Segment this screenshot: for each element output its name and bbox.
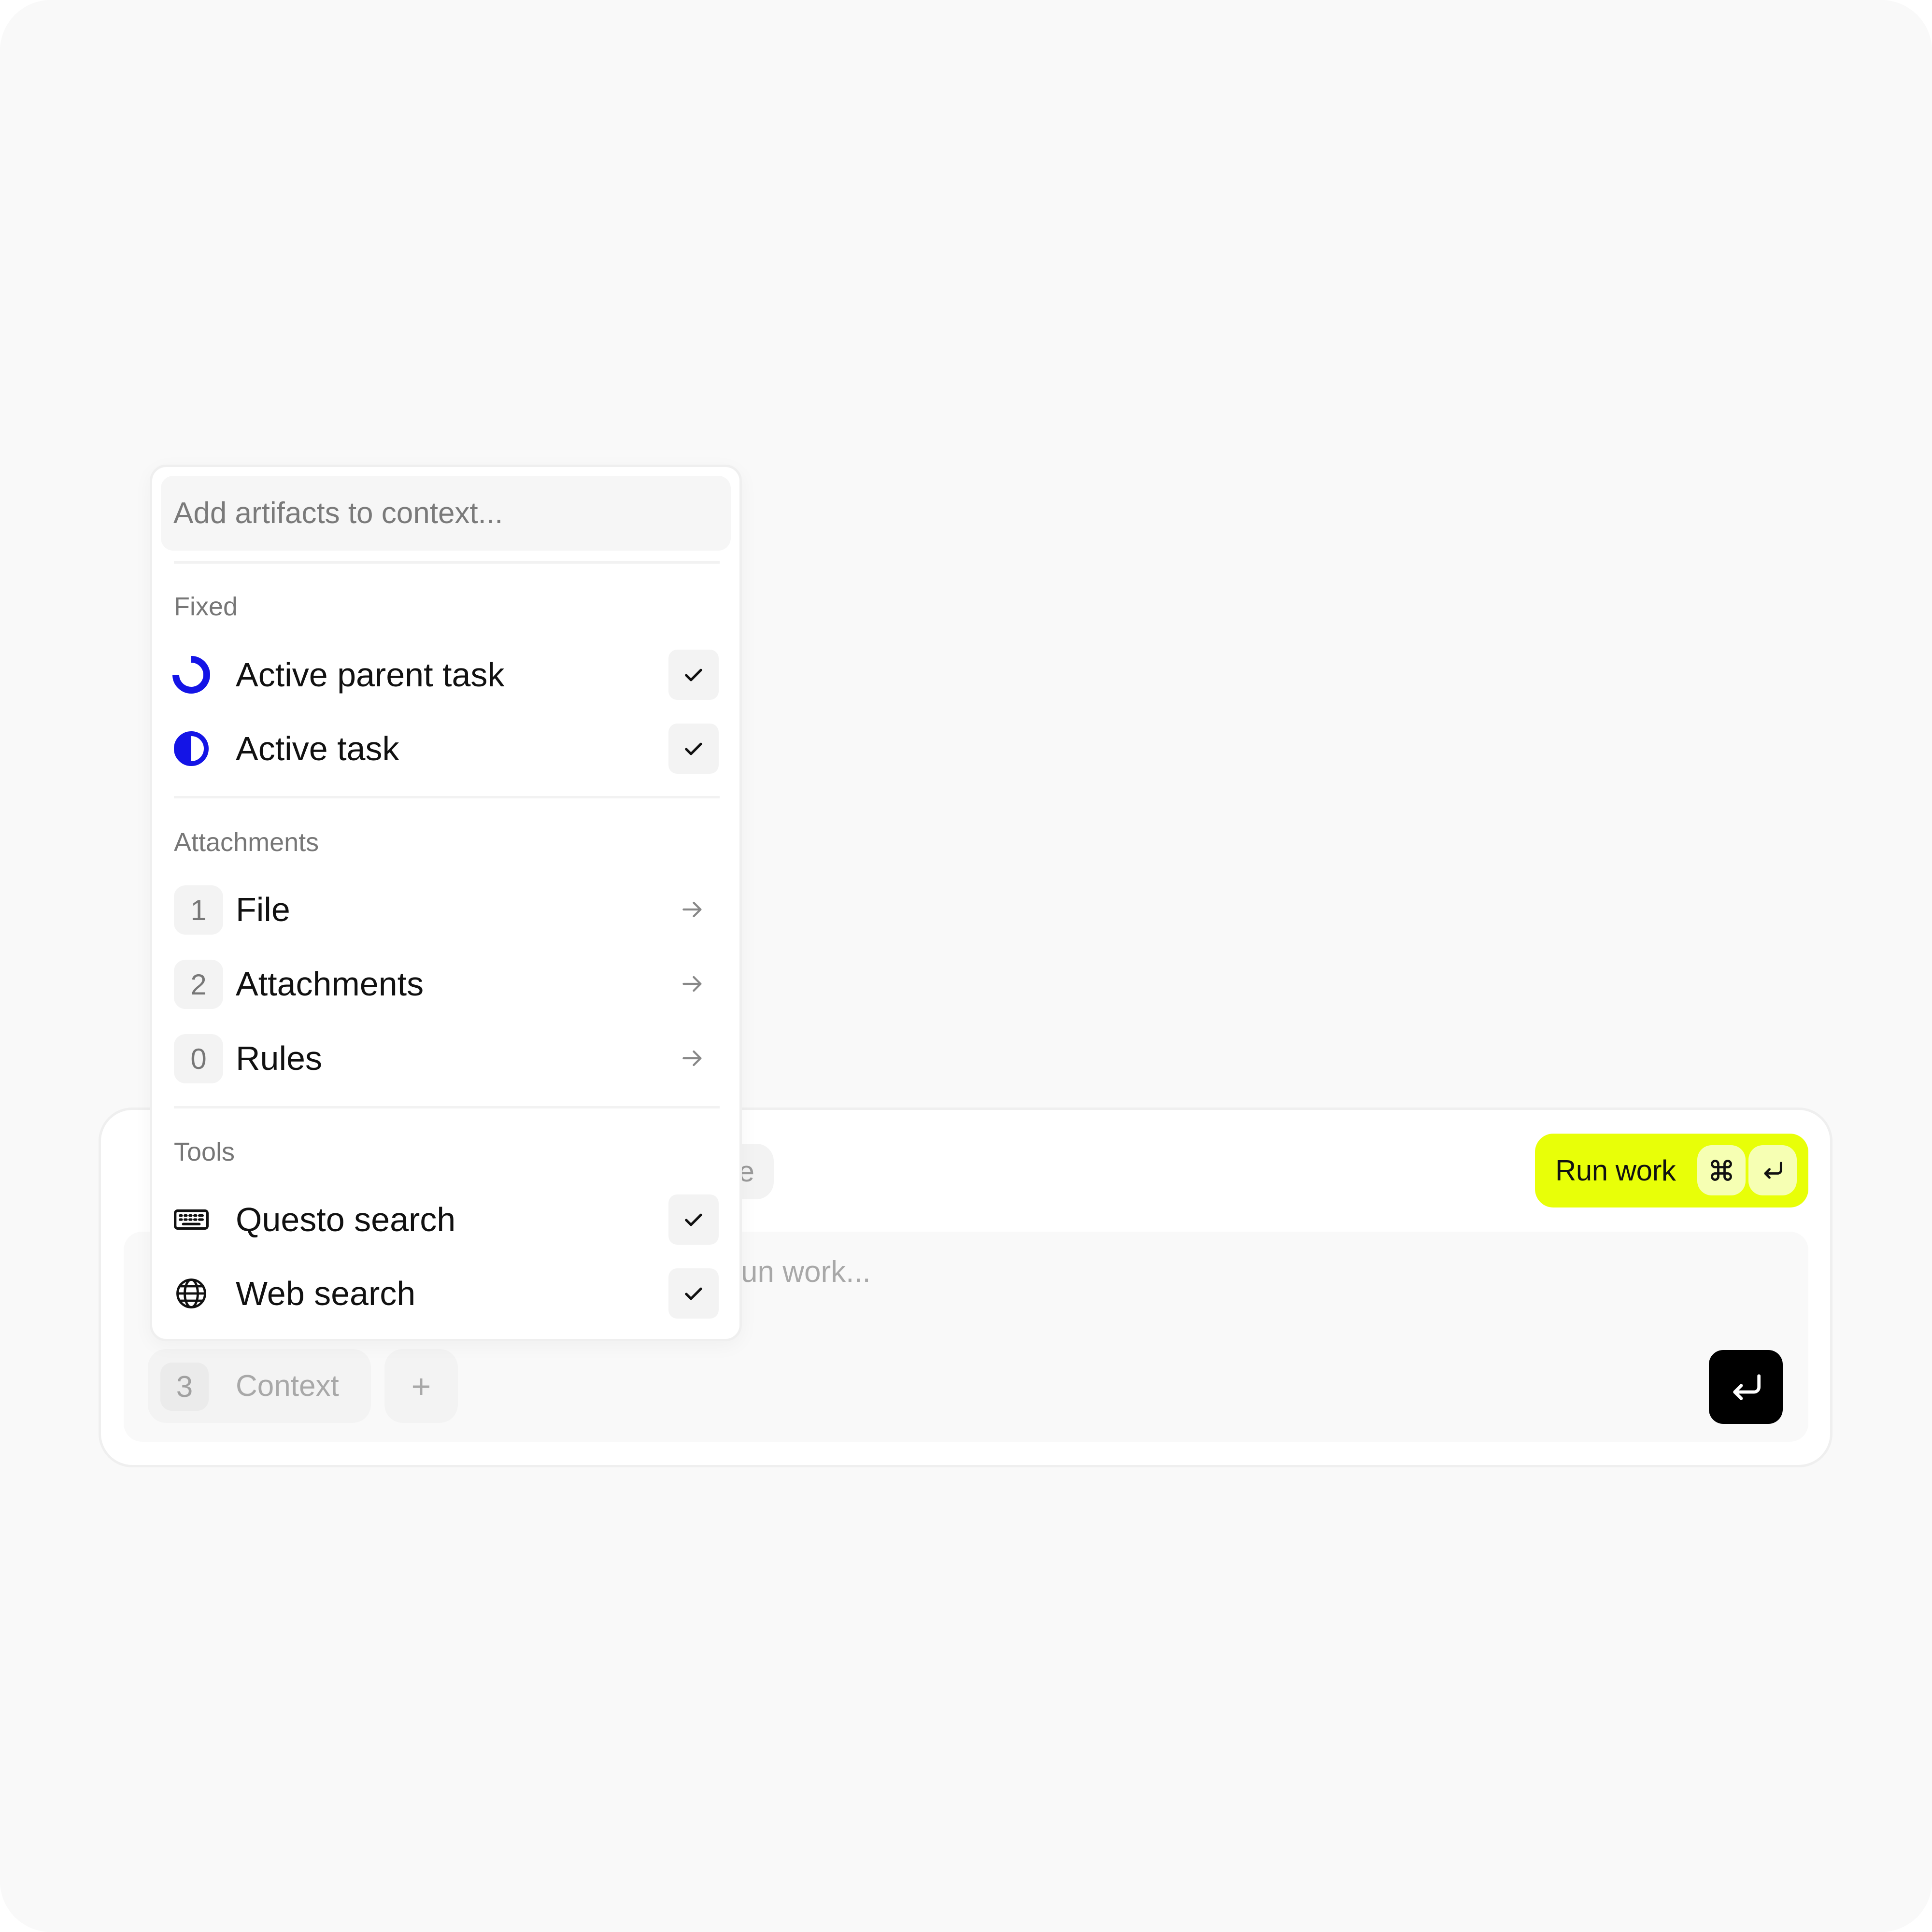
check-icon: [685, 742, 702, 755]
plus-icon: +: [411, 1367, 431, 1405]
context-label: Context: [236, 1369, 339, 1403]
row-label: File: [236, 891, 290, 928]
divider: [174, 1106, 720, 1108]
globe-icon: [171, 1273, 212, 1314]
half-circle-icon: [171, 728, 212, 769]
divider: [174, 796, 720, 798]
context-count-badge: 3: [160, 1363, 209, 1411]
row-label: Active parent task: [236, 656, 505, 694]
fixed-item-active-task[interactable]: Active task: [164, 720, 724, 778]
prompt-placeholder: un work...: [741, 1255, 871, 1289]
attachment-item-rules[interactable]: 0 Rules: [164, 1029, 724, 1087]
count-badge: 2: [174, 960, 223, 1009]
checkbox-checked[interactable]: [668, 1268, 719, 1319]
progress-ring-icon: [171, 654, 212, 695]
send-button[interactable]: [1709, 1350, 1783, 1424]
checkbox-checked[interactable]: [668, 650, 719, 700]
section-label-fixed: Fixed: [174, 592, 238, 621]
row-label: Rules: [236, 1039, 322, 1077]
check-icon: [685, 1287, 702, 1300]
run-work-button[interactable]: Run work: [1535, 1134, 1808, 1208]
context-button[interactable]: 3 Context: [148, 1349, 371, 1423]
check-icon: [685, 1213, 702, 1226]
tool-item-web-search[interactable]: Web search: [164, 1264, 724, 1322]
arrow-right-icon: [673, 890, 712, 929]
checkbox-checked[interactable]: [668, 1194, 719, 1245]
fixed-item-active-parent-task[interactable]: Active parent task: [164, 646, 724, 704]
count-badge: 1: [174, 885, 223, 935]
check-icon: [685, 668, 702, 682]
return-key-icon: [1748, 1145, 1797, 1195]
attachment-item-file[interactable]: 1 File: [164, 881, 724, 938]
divider: [174, 561, 720, 564]
run-work-label: Run work: [1555, 1154, 1676, 1187]
artifact-search-input[interactable]: [161, 476, 731, 551]
checkbox-checked[interactable]: [668, 724, 719, 774]
section-label-tools: Tools: [174, 1137, 235, 1166]
return-icon: [1733, 1374, 1761, 1400]
count-badge: 0: [174, 1034, 223, 1083]
section-label-attachments: Attachments: [174, 828, 319, 857]
row-label: Active task: [236, 730, 399, 767]
arrow-right-icon: [673, 965, 712, 1003]
row-label: Questo search: [236, 1201, 456, 1238]
arrow-right-icon: [673, 1039, 712, 1078]
row-label: Web search: [236, 1275, 416, 1312]
tool-item-questo-search[interactable]: Questo search: [164, 1191, 724, 1249]
command-key-icon: [1697, 1145, 1746, 1195]
keyboard-icon: [171, 1199, 212, 1240]
attachment-item-attachments[interactable]: 2 Attachments: [164, 955, 724, 1013]
add-button[interactable]: +: [384, 1349, 458, 1423]
row-label: Attachments: [236, 965, 424, 1003]
app-canvas: e Run work un work... 3 Context + Fixed: [0, 0, 1932, 1932]
